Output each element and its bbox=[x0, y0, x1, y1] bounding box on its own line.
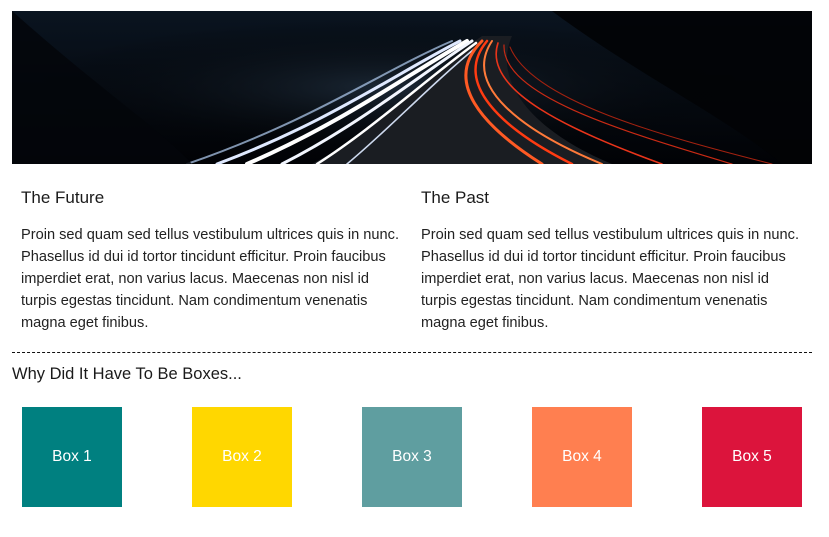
column-body: Proin sed quam sed tellus vestibulum ult… bbox=[21, 227, 400, 331]
box-4: Box 4 bbox=[532, 407, 632, 507]
column-the-future: The Future Proin sed quam sed tellus ves… bbox=[21, 186, 406, 334]
box-5: Box 5 bbox=[702, 407, 802, 507]
box-3: Box 3 bbox=[362, 407, 462, 507]
highway-light-trails-image bbox=[12, 11, 812, 164]
column-body: Proin sed quam sed tellus vestibulum ult… bbox=[421, 227, 800, 331]
section-divider bbox=[12, 352, 812, 353]
column-title: The Past bbox=[421, 188, 490, 207]
boxes-heading: Why Did It Have To Be Boxes... bbox=[12, 365, 242, 383]
column-the-past: The Past Proin sed quam sed tellus vesti… bbox=[421, 186, 806, 334]
column-title: The Future bbox=[21, 188, 105, 207]
hero-image bbox=[12, 11, 812, 164]
box-2: Box 2 bbox=[192, 407, 292, 507]
box-1: Box 1 bbox=[22, 407, 122, 507]
